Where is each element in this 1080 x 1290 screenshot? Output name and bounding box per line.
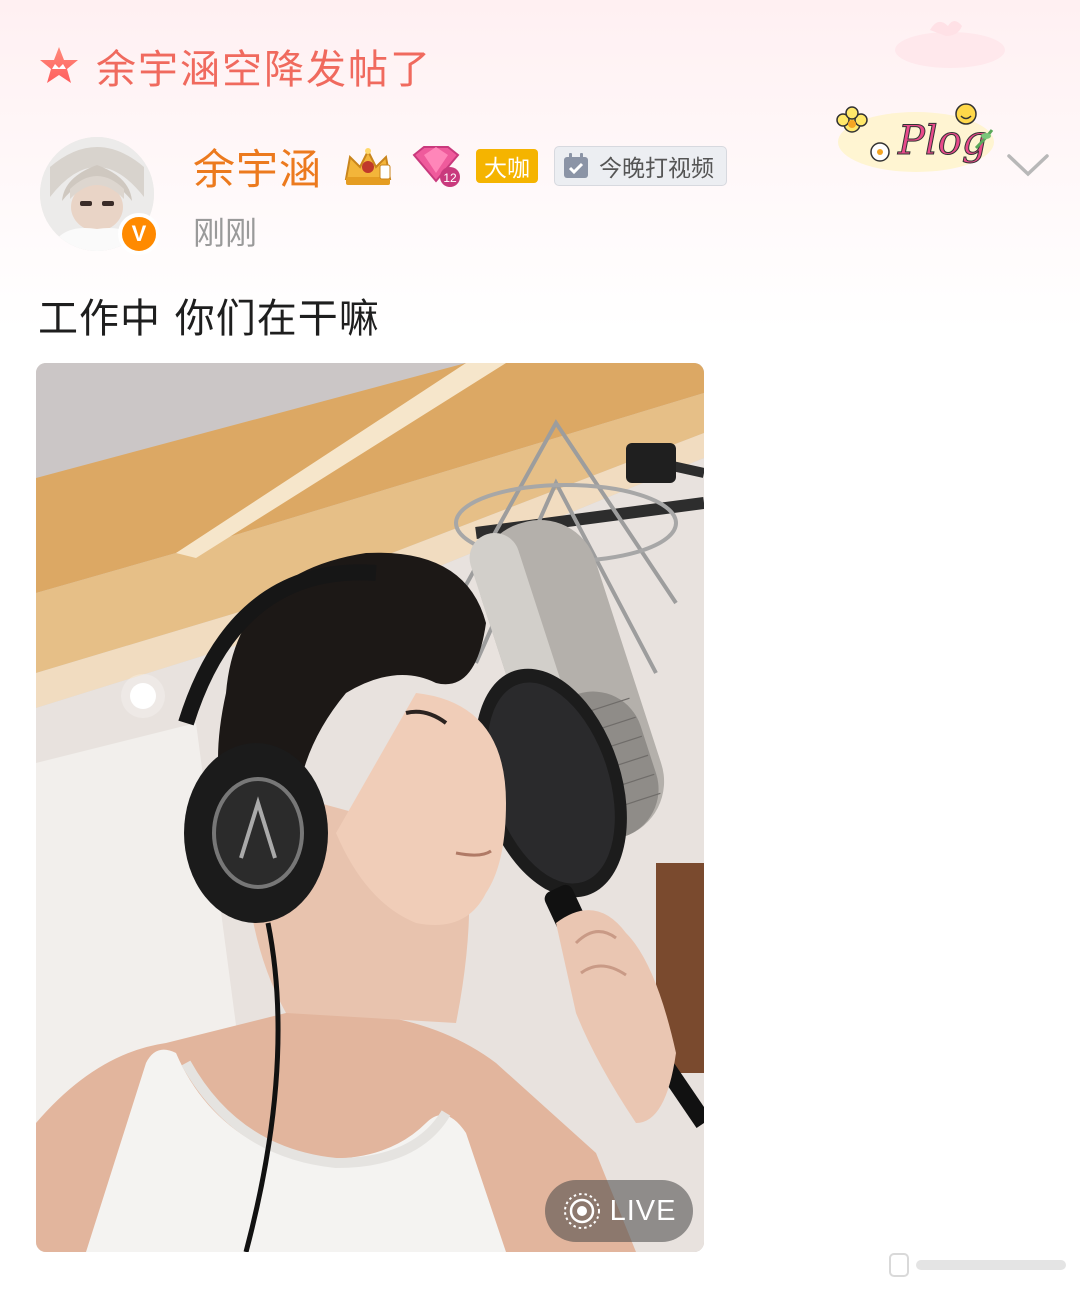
author-name[interactable]: 余宇涵 — [193, 136, 322, 197]
watermark-icon — [889, 1253, 1066, 1277]
post-photo[interactable] — [36, 363, 704, 1252]
task-badge-label: 今晚打视频 — [599, 156, 715, 182]
promo-banner[interactable]: 余宇涵空降发帖了 — [38, 38, 432, 94]
star-crown-icon — [40, 47, 78, 83]
task-badge[interactable]: 今晚打视频 — [554, 146, 728, 186]
sticker-text: Plog — [897, 118, 987, 164]
decorative-cloud-icon — [895, 21, 1005, 68]
author-info-row: 余宇涵 12 大咖 今晚打视频 — [193, 140, 728, 194]
live-label: LIVE — [609, 1194, 677, 1227]
crown-fan-badge-icon[interactable] — [340, 143, 396, 189]
live-photo-icon — [563, 1193, 600, 1229]
post-time: 刚刚 — [193, 214, 258, 252]
live-photo-badge[interactable]: LIVE — [545, 1180, 693, 1242]
gem-level-badge-icon[interactable]: 12 — [408, 143, 464, 189]
tier-badge[interactable]: 大咖 — [476, 149, 539, 183]
calendar-check-icon — [564, 153, 589, 178]
post-content: 工作中 你们在干嘛 — [38, 296, 380, 342]
gem-level-text: 12 — [443, 171, 457, 185]
plog-sticker-icon[interactable]: Plog — [826, 96, 996, 180]
promo-text: 余宇涵空降发帖了 — [96, 47, 432, 93]
chevron-down-icon[interactable] — [1005, 150, 1051, 180]
verified-badge: V — [118, 213, 160, 255]
